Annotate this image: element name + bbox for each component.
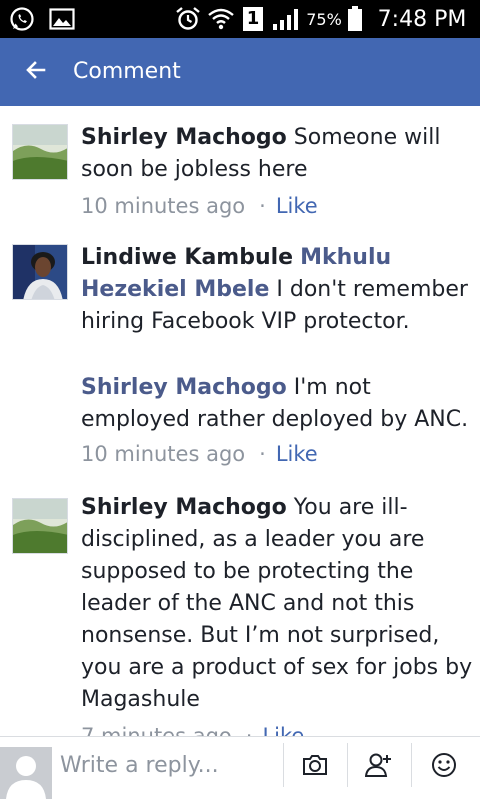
comment-timestamp: 10 minutes ago [81,194,246,218]
comment-text: Lindiwe Kambule Mkhulu Hezekiel Mbele I … [81,242,473,338]
comment-author[interactable]: Lindiwe Kambule [81,245,293,270]
like-button[interactable]: Like [276,194,318,218]
comment-text: Shirley Machogo You are ill-disciplined,… [81,492,473,716]
emoji-button[interactable] [420,745,468,789]
page-title: Comment [73,59,181,84]
sim-number: 1 [243,7,263,31]
comment-author[interactable]: Shirley Machogo [81,495,287,520]
comment-timestamp: 7 minutes ago [81,724,232,736]
alarm-icon [174,0,202,38]
back-button[interactable] [14,38,58,106]
camera-button[interactable] [291,745,339,789]
avatar[interactable] [12,124,68,180]
battery-percent: 75% [306,9,342,29]
clock: 7:48 PM [377,6,467,32]
comment-text: Shirley Machogo I'm not employed rather … [81,372,473,436]
reply-bar: Write a reply... [0,736,480,800]
gallery-icon [46,0,78,38]
comment-text: Shirley Machogo Someone will soon be job… [81,122,473,186]
comment-message: You are ill-disciplined, as a leader you… [81,495,473,712]
sim-icon: 1 [241,0,265,38]
signal-icon [270,0,304,38]
like-button[interactable]: Like [276,442,318,466]
avatar [0,747,52,799]
add-person-icon [364,752,393,782]
reply-input[interactable]: Write a reply... [60,753,219,778]
comment-thread[interactable]: Shirley Machogo Someone will soon be job… [0,106,480,736]
like-button[interactable]: Like [262,724,304,736]
meta-separator: · [259,442,266,466]
smiley-icon [431,752,457,782]
avatar[interactable] [12,244,68,300]
meta-separator: · [259,194,266,218]
status-bar: 1 75% 7:48 PM [0,0,480,38]
divider [347,743,348,787]
avatar[interactable] [12,498,68,554]
whatsapp-icon [6,0,38,38]
comment-timestamp: 10 minutes ago [81,442,246,466]
comment-meta: 10 minutes ago · Like [81,194,318,218]
meta-separator: · [245,724,253,736]
comment-author[interactable]: Shirley Machogo [81,125,287,150]
app-bar: Comment [0,38,480,106]
wifi-icon [205,0,237,38]
comment-meta: 7 minutes ago · Like [81,724,304,736]
comment-author[interactable]: Shirley Machogo [81,375,287,400]
camera-icon [302,753,328,781]
divider [411,743,412,787]
divider [283,743,284,787]
comment-meta: 10 minutes ago · Like [81,442,318,466]
back-arrow-icon [26,61,46,83]
tag-person-button[interactable] [355,745,403,789]
battery-icon [345,0,365,38]
